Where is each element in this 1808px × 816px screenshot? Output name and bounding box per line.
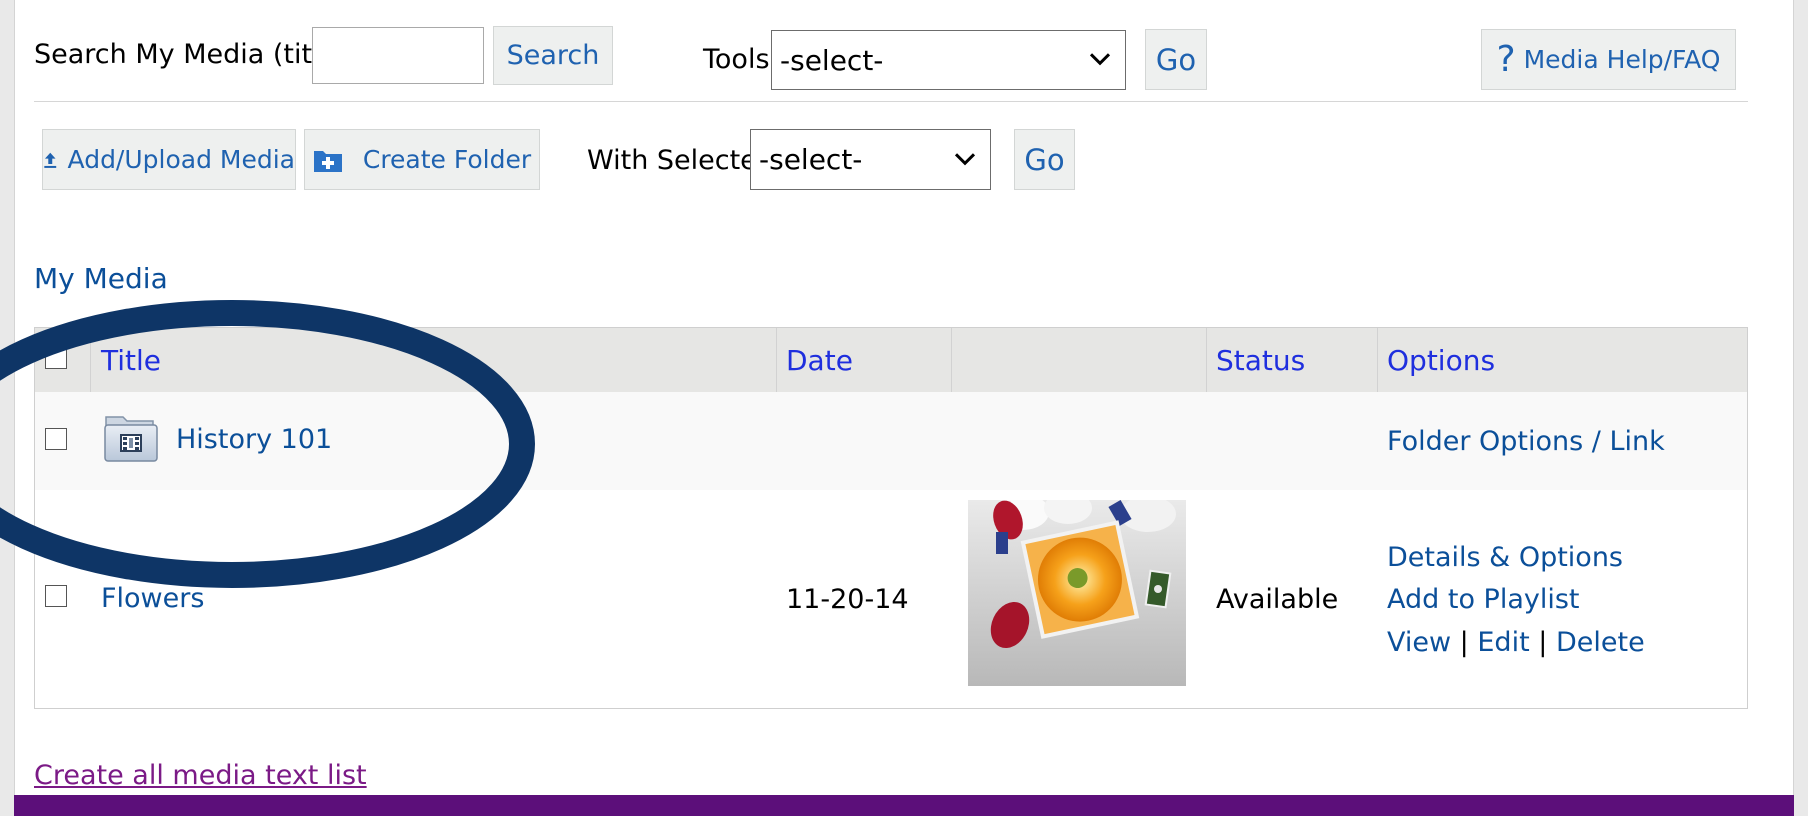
- column-header-options: Options: [1387, 344, 1496, 377]
- details-options-link[interactable]: Details & Options: [1387, 542, 1623, 573]
- tools-label: Tools: [703, 44, 770, 75]
- folder-title-link[interactable]: History 101: [176, 424, 332, 455]
- view-link[interactable]: View: [1387, 627, 1451, 658]
- upload-arrow-icon: [44, 152, 57, 168]
- column-header-title[interactable]: Title: [101, 344, 161, 377]
- add-to-playlist-link[interactable]: Add to Playlist: [1387, 584, 1580, 615]
- tools-go-button[interactable]: Go: [1145, 29, 1207, 90]
- media-date: 11-20-14: [786, 584, 909, 615]
- media-help-label: Media Help/FAQ: [1523, 45, 1721, 74]
- with-selected-value: -select-: [759, 143, 863, 176]
- col-divider: [90, 328, 91, 392]
- media-folder-icon[interactable]: [103, 411, 159, 463]
- row-checkbox[interactable]: [45, 585, 67, 607]
- create-media-text-list-link[interactable]: Create all media text list: [34, 760, 367, 791]
- options-separator: |: [1459, 627, 1469, 658]
- add-folder-icon: [313, 150, 342, 172]
- media-thumbnail[interactable]: [968, 500, 1186, 686]
- media-status: Available: [1216, 584, 1339, 615]
- create-folder-label: Create Folder: [362, 145, 532, 174]
- chevron-down-icon: [954, 152, 976, 165]
- search-button[interactable]: Search: [493, 26, 613, 85]
- tools-select-value: -select-: [780, 43, 884, 77]
- footer-bar: [14, 795, 1794, 816]
- chevron-down-icon: [1089, 53, 1111, 66]
- help-question-icon: ?: [1496, 39, 1516, 80]
- select-all-checkbox[interactable]: [45, 347, 67, 369]
- window-left-frame: [0, 0, 15, 816]
- search-input[interactable]: [312, 27, 484, 84]
- media-title-link[interactable]: Flowers: [101, 583, 204, 614]
- col-divider: [1206, 328, 1207, 392]
- add-upload-media-label: Add/Upload Media: [67, 145, 295, 174]
- create-folder-button[interactable]: Create Folder: [304, 129, 540, 190]
- with-selected-select[interactable]: -select-: [750, 129, 991, 190]
- with-selected-go-button[interactable]: Go: [1014, 129, 1075, 190]
- add-upload-media-button[interactable]: Add/Upload Media: [42, 129, 296, 190]
- with-selected-label: With Selected: [587, 145, 774, 176]
- window-right-frame: [1793, 0, 1808, 816]
- flower-thumbnail-image: [968, 500, 1186, 686]
- search-label: Search My Media (title):: [34, 39, 356, 70]
- row-checkbox[interactable]: [45, 428, 67, 450]
- edit-link[interactable]: Edit: [1477, 627, 1529, 658]
- column-header-date[interactable]: Date: [786, 344, 853, 377]
- tools-select[interactable]: -select-: [771, 30, 1126, 90]
- toolbar-divider: [34, 101, 1748, 102]
- options-separator: |: [1538, 627, 1548, 658]
- delete-link[interactable]: Delete: [1556, 627, 1645, 658]
- media-help-button[interactable]: ? Media Help/FAQ: [1481, 29, 1736, 90]
- col-divider: [1377, 328, 1378, 392]
- col-divider: [951, 328, 952, 392]
- my-media-heading[interactable]: My Media: [34, 262, 168, 295]
- media-inline-options: View | Edit | Delete: [1387, 627, 1645, 658]
- col-divider: [776, 328, 777, 392]
- folder-options-link[interactable]: Folder Options / Link: [1387, 426, 1665, 457]
- column-header-status[interactable]: Status: [1216, 344, 1305, 377]
